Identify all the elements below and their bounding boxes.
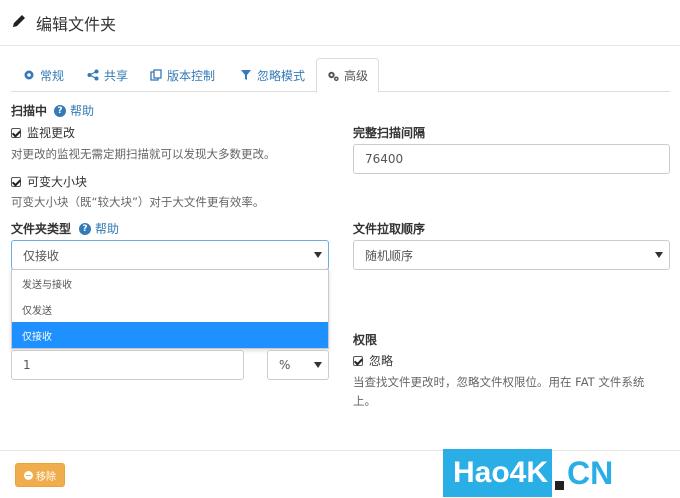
variable-blocks-label: 可变大小块: [27, 175, 88, 189]
pull-order-select[interactable]: 随机顺序: [353, 240, 670, 270]
pull-order-selected-value: 随机顺序: [365, 248, 414, 263]
watch-changes-label: 监视更改: [27, 126, 76, 140]
watermark-suffix: CN: [567, 454, 614, 491]
watch-changes-help-text: 对更改的监视无需定期扫描就可以发现大多数更改。: [11, 147, 276, 161]
min-disk-free-value: 1: [23, 358, 31, 372]
permissions-help-line1: 当查找文件更改时，忽略文件权限位。用在 FAT 文件系统: [353, 375, 645, 389]
tab-label: 版本控制: [167, 68, 216, 83]
folder-type-dropdown: 发送与接收 仅发送 仅接收: [11, 269, 329, 349]
caret-down-icon: [314, 252, 322, 258]
filter-icon: [241, 70, 251, 80]
question-icon: ?: [54, 104, 66, 117]
minus-circle-icon: [24, 470, 33, 480]
min-disk-free-input[interactable]: 1: [11, 350, 244, 380]
dialog-title: 编辑文件夹: [36, 15, 117, 34]
permissions-help-line2: 上。: [353, 394, 376, 408]
ignore-permissions-label: 忽略: [369, 354, 394, 368]
folder-type-help-link[interactable]: ? 帮助: [79, 220, 119, 237]
help-label: 帮助: [70, 104, 95, 118]
full-scan-interval-label: 完整扫描间隔: [353, 126, 426, 140]
checkbox-checked-icon: [353, 355, 363, 366]
watch-changes-checkbox[interactable]: 监视更改: [11, 124, 75, 141]
gear-icon: [24, 70, 34, 80]
tab-versioning[interactable]: 版本控制: [140, 58, 225, 92]
tab-ignore-patterns[interactable]: 忽略模式: [230, 58, 315, 92]
variable-blocks-checkbox[interactable]: 可变大小块: [11, 173, 87, 190]
caret-down-icon: [655, 252, 663, 258]
remove-button[interactable]: 移除: [15, 463, 65, 487]
tab-general[interactable]: 常规: [13, 58, 74, 92]
share-icon: [87, 69, 99, 81]
full-scan-interval-input[interactable]: 76400: [353, 144, 670, 174]
watermark-dot: [555, 480, 565, 490]
dialog-header: 编辑文件夹: [0, 0, 680, 46]
min-disk-unit-select[interactable]: %: [267, 350, 329, 380]
scanning-help-link[interactable]: ? 帮助: [54, 102, 94, 119]
folder-type-label: 文件夹类型: [11, 222, 72, 236]
folder-type-option-send-only[interactable]: 仅发送: [12, 296, 328, 322]
min-disk-unit-value: %: [279, 358, 291, 372]
tab-sharing[interactable]: 共享: [77, 58, 138, 92]
pencil-icon: [13, 15, 25, 27]
tab-label: 忽略模式: [257, 68, 306, 83]
tab-label: 常规: [40, 68, 65, 83]
help-label: 帮助: [95, 222, 120, 236]
watermark-logo: Hao4K CN: [443, 448, 680, 498]
question-icon: ?: [79, 222, 91, 235]
gears-icon: [328, 71, 339, 81]
ignore-permissions-checkbox[interactable]: 忽略: [353, 352, 393, 369]
folder-type-select[interactable]: 仅接收: [11, 240, 329, 270]
folder-type-selected-value: 仅接收: [23, 248, 60, 263]
folder-type-option-send-receive[interactable]: 发送与接收: [12, 270, 328, 296]
scanning-title: 扫描中: [11, 104, 48, 118]
full-scan-interval-value: 76400: [365, 152, 404, 166]
remove-label: 移除: [36, 471, 56, 483]
checkbox-checked-icon: [11, 127, 21, 138]
tab-label: 高级: [344, 69, 369, 83]
folder-type-option-receive-only[interactable]: 仅接收: [12, 322, 328, 348]
tab-label: 共享: [104, 68, 129, 83]
checkbox-checked-icon: [11, 176, 21, 187]
copy-icon: [150, 69, 162, 81]
tab-bar: 常规 共享 版本控制 忽略模式 高级: [11, 58, 670, 93]
variable-blocks-help-text: 可变大小块（既“较大块”）对于大文件更有效率。: [11, 195, 265, 209]
caret-down-icon: [314, 362, 322, 368]
pull-order-label: 文件拉取顺序: [353, 222, 426, 236]
tab-advanced[interactable]: 高级: [316, 58, 380, 93]
watermark-main: Hao4K: [443, 449, 553, 497]
permissions-title: 权限: [353, 333, 378, 347]
